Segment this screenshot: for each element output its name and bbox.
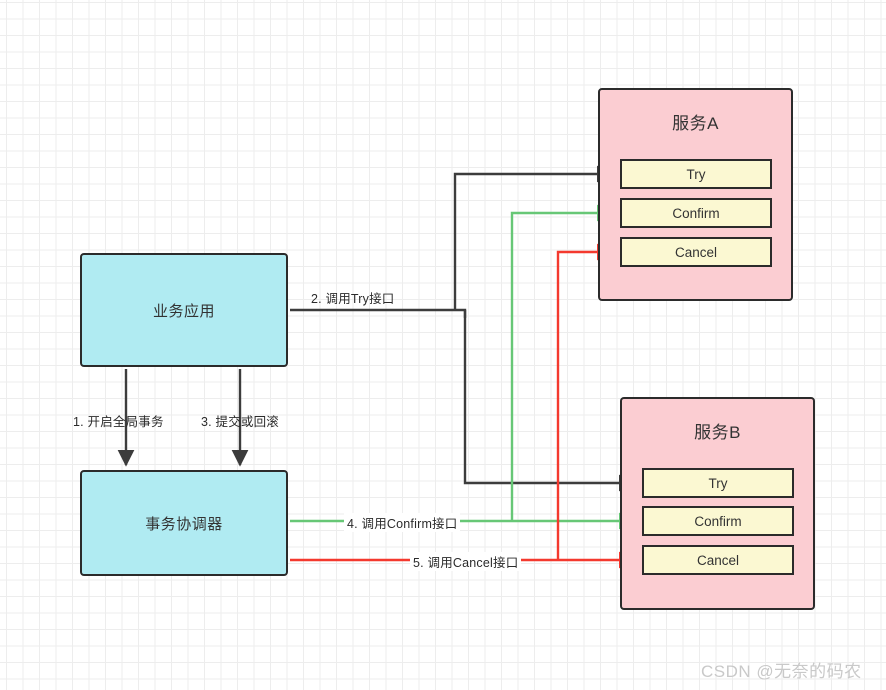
csdn-watermark: CSDN @无奈的码农 — [701, 662, 862, 681]
edge-label-open-global-transaction: 1. 开启全局事务 — [73, 415, 164, 429]
node-service-b-title: 服务B — [694, 423, 741, 442]
service-b-cancel-box[interactable]: Cancel — [642, 545, 794, 575]
service-b-confirm-box[interactable]: Confirm — [642, 506, 794, 536]
connector-confirm-to-service-a — [510, 204, 614, 521]
service-a-try-label: Try — [686, 166, 706, 182]
edge-label-call-confirm-interface: 4. 调用Confirm接口 — [344, 513, 461, 532]
service-a-cancel-label: Cancel — [674, 244, 718, 260]
node-service-b[interactable]: 服务B — [620, 397, 815, 610]
connector-try-to-service-a — [453, 165, 614, 310]
node-transaction-coordinator-label: 事务协调器 — [145, 515, 223, 533]
edge-label-call-cancel-interface: 5. 调用Cancel接口 — [410, 552, 522, 571]
node-business-app-label: 业务应用 — [152, 302, 215, 320]
service-b-cancel-label: Cancel — [696, 552, 740, 568]
node-service-a[interactable]: 服务A — [598, 88, 793, 301]
connector-try-to-service-b — [463, 310, 636, 492]
service-b-confirm-label: Confirm — [694, 513, 742, 529]
service-a-try-box[interactable]: Try — [620, 159, 772, 189]
node-service-a-title: 服务A — [672, 114, 719, 133]
service-a-confirm-label: Confirm — [672, 205, 720, 221]
node-business-app[interactable]: 业务应用 — [80, 253, 288, 367]
service-b-try-label: Try — [708, 475, 728, 491]
service-a-cancel-box[interactable]: Cancel — [620, 237, 772, 267]
edge-label-commit-or-rollback: 3. 提交或回滚 — [201, 415, 279, 429]
node-transaction-coordinator[interactable]: 事务协调器 — [80, 470, 288, 576]
connector-try-trunk — [290, 308, 467, 318]
edge-label-call-try-interface: 2. 调用Try接口 — [311, 292, 395, 306]
service-b-try-box[interactable]: Try — [642, 468, 794, 498]
service-a-confirm-box[interactable]: Confirm — [620, 198, 772, 228]
diagram-canvas: 业务应用 事务协调器 服务A Try Confirm Cancel 服务B Tr… — [0, 0, 886, 690]
